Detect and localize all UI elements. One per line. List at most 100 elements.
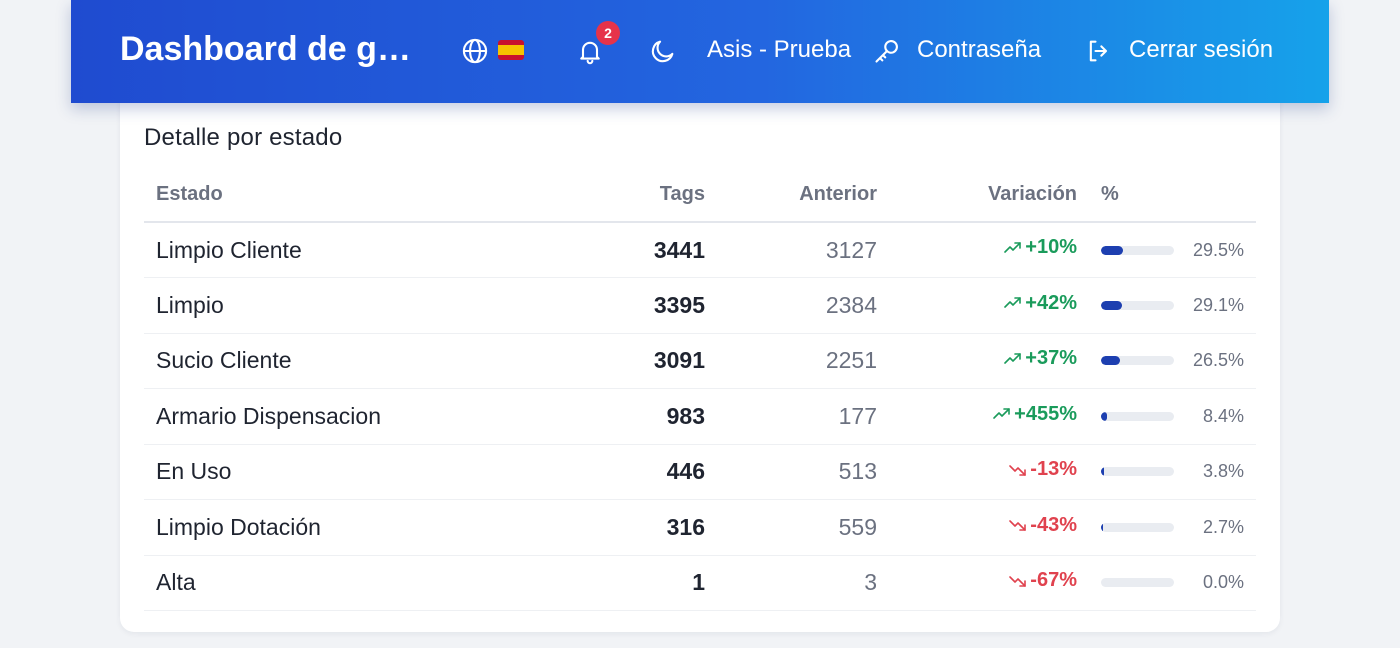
trend-up-icon — [1003, 293, 1023, 313]
cell-variacion: -43% — [889, 499, 1089, 556]
cell-estado: Limpio — [144, 277, 564, 334]
table-body: Limpio Cliente 3441 3127 +10% 29.5% Limpio 339… — [144, 222, 1256, 611]
globe-icon[interactable] — [461, 37, 489, 65]
pct-progress-fill — [1101, 300, 1123, 310]
cell-estado: Limpio Dotación — [144, 499, 564, 556]
pct-progress-fill — [1101, 356, 1121, 366]
cell-estado: Limpio Cliente — [144, 222, 564, 278]
pct-text: 26.5% — [1192, 350, 1244, 371]
column-header-estado[interactable]: Estado — [144, 168, 564, 223]
cell-anterior: 2384 — [717, 277, 889, 334]
pct-progress-bar — [1101, 245, 1174, 255]
top-navbar: Dashboard de gestión 2 Asis - Prueba Con… — [71, 0, 1329, 103]
pct-text: 29.5% — [1192, 239, 1244, 260]
logout-icon[interactable] — [1085, 37, 1113, 65]
key-icon[interactable] — [873, 37, 901, 65]
cell-tags: 3395 — [564, 277, 717, 334]
table-header-row: Estado Tags Anterior Variación % — [144, 168, 1256, 223]
table-row[interactable]: Limpio Cliente 3441 3127 +10% 29.5% — [144, 222, 1256, 278]
pct-progress-bar — [1101, 411, 1174, 421]
cell-tags: 3441 — [564, 222, 717, 278]
cell-pct: 8.4% — [1089, 388, 1256, 445]
pct-progress-bar — [1101, 300, 1174, 310]
cell-tags: 3091 — [564, 333, 717, 389]
trend-down-icon — [1008, 515, 1028, 535]
cell-variacion: -13% — [889, 444, 1089, 500]
variation-text: +42% — [1025, 291, 1077, 314]
cell-pct: 3.8% — [1089, 444, 1256, 500]
moon-icon[interactable] — [649, 37, 677, 65]
trend-up-icon — [992, 404, 1012, 424]
cell-tags: 316 — [564, 499, 717, 556]
trend-up-icon — [1003, 238, 1023, 258]
cell-anterior: 3127 — [717, 222, 889, 278]
pct-text: 29.1% — [1192, 294, 1244, 315]
pct-text: 3.8% — [1202, 461, 1244, 482]
pct-progress-bar — [1101, 356, 1174, 366]
variation-text: -67% — [1030, 569, 1077, 591]
variation-value: +42% — [1003, 292, 1077, 315]
cell-pct: 29.1% — [1089, 277, 1256, 334]
cell-tags: 446 — [564, 444, 717, 500]
column-header-variacion[interactable]: Variación — [889, 168, 1089, 223]
pct-progress-bar — [1101, 578, 1174, 588]
pct-progress-fill — [1101, 245, 1123, 255]
logout-link[interactable]: Cerrar sesión — [1129, 36, 1273, 64]
variation-value: +10% — [1003, 236, 1077, 259]
cell-anterior: 2251 — [717, 333, 889, 389]
pct-progress-fill — [1101, 467, 1104, 477]
variation-text: +37% — [1025, 347, 1077, 369]
cell-estado: En Uso — [144, 444, 564, 500]
pct-progress-bar — [1101, 467, 1174, 477]
cell-pct: 26.5% — [1089, 333, 1256, 389]
table-row[interactable]: Sucio Cliente 3091 2251 +37% 26.5% — [144, 333, 1256, 389]
column-header-pct[interactable]: % — [1089, 168, 1256, 223]
variation-text: +10% — [1025, 236, 1077, 259]
pct-progress-bar — [1101, 522, 1174, 532]
table-row[interactable]: Limpio Dotación 316 559 -43% 2.7% — [144, 499, 1256, 556]
variation-text: -43% — [1030, 513, 1077, 536]
column-header-tags[interactable]: Tags — [564, 168, 717, 223]
cell-pct: 0.0% — [1089, 555, 1256, 611]
cell-anterior: 3 — [717, 555, 889, 611]
cell-pct: 2.7% — [1089, 499, 1256, 556]
cell-variacion: -67% — [889, 555, 1089, 611]
table-row[interactable]: Alta 1 3 -67% 0.0% — [144, 555, 1256, 611]
trend-up-icon — [1003, 349, 1023, 369]
pct-progress-fill — [1101, 411, 1108, 421]
cell-anterior: 559 — [717, 499, 889, 556]
estado-detail-card: Detalle por estado Estado Tags Anterior … — [120, 60, 1280, 632]
pct-text: 0.0% — [1202, 572, 1244, 593]
cell-tags: 1 — [564, 555, 717, 611]
table-row[interactable]: Limpio 3395 2384 +42% 29.1% — [144, 277, 1256, 334]
cell-anterior: 177 — [717, 388, 889, 445]
cell-estado: Sucio Cliente — [144, 333, 564, 389]
variation-value: -43% — [1008, 514, 1077, 537]
spain-flag-icon[interactable] — [498, 40, 524, 60]
cell-variacion: +42% — [889, 277, 1089, 334]
pct-text: 2.7% — [1202, 516, 1244, 537]
pct-text: 8.4% — [1202, 405, 1244, 426]
notifications-badge: 2 — [596, 21, 620, 45]
variation-value: +455% — [992, 403, 1077, 426]
variation-value: -67% — [1008, 569, 1077, 592]
cell-estado: Alta — [144, 555, 564, 611]
trend-down-icon — [1008, 571, 1028, 591]
user-name[interactable]: Asis - Prueba — [707, 36, 851, 64]
column-header-anterior[interactable]: Anterior — [717, 168, 889, 223]
estado-table: Estado Tags Anterior Variación % Limpio … — [144, 168, 1256, 611]
cell-estado: Armario Dispensacion — [144, 388, 564, 445]
app-title[interactable]: Dashboard de gestión — [120, 30, 425, 69]
section-title: Detalle por estado — [144, 124, 343, 151]
variation-value: +37% — [1003, 347, 1077, 370]
cell-anterior: 513 — [717, 444, 889, 500]
trend-down-icon — [1008, 460, 1028, 480]
variation-value: -13% — [1008, 458, 1077, 481]
cell-variacion: +455% — [889, 388, 1089, 445]
table-row[interactable]: Armario Dispensacion 983 177 +455% 8.4% — [144, 388, 1256, 445]
table-row[interactable]: En Uso 446 513 -13% 3.8% — [144, 444, 1256, 500]
cell-pct: 29.5% — [1089, 222, 1256, 278]
cell-variacion: +37% — [889, 333, 1089, 389]
pct-progress-fill — [1101, 522, 1103, 532]
password-link[interactable]: Contraseña — [917, 36, 1041, 64]
